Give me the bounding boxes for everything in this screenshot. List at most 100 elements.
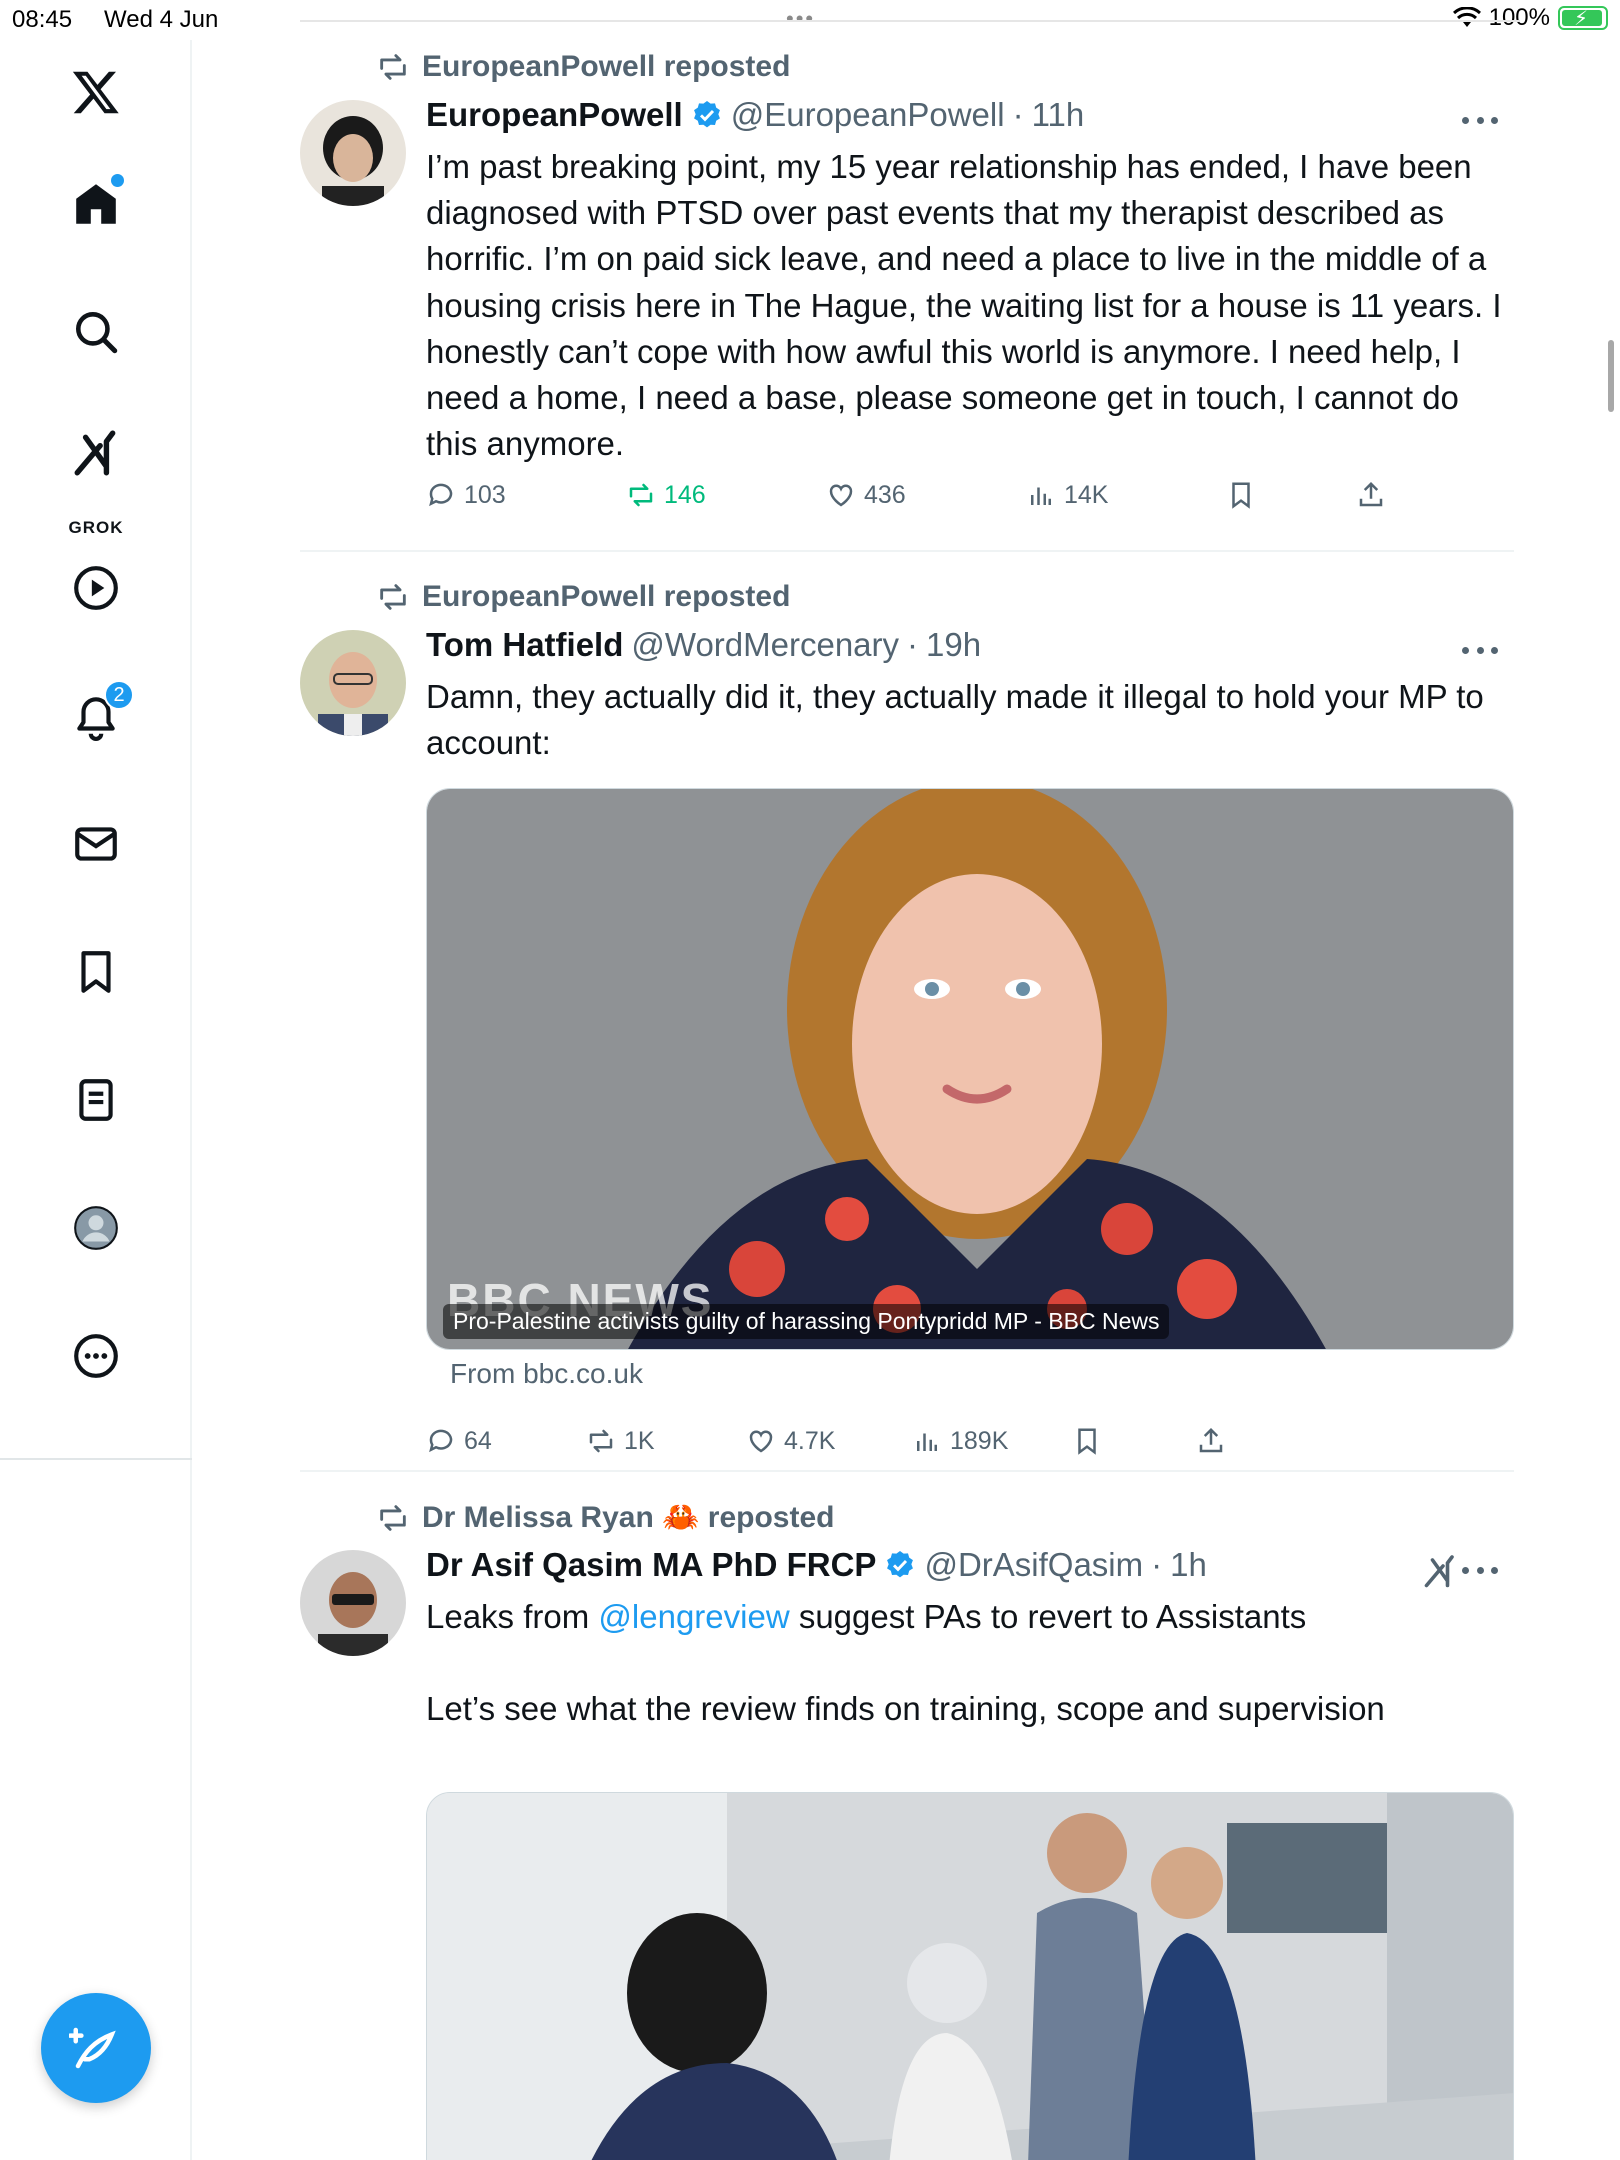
- tweet-actions: 103 146 436 14K: [426, 480, 1426, 520]
- x-logo-icon[interactable]: [62, 58, 130, 126]
- tweet[interactable]: EuropeanPowell reposted Tom Hatfield @Wo…: [300, 570, 1514, 1500]
- link-card-image[interactable]: BBC NEWS Pro-Palestine activists guilty …: [426, 788, 1514, 1350]
- tweet-author-row: EuropeanPowell @EuropeanPowell · 11h: [426, 96, 1085, 134]
- messages-envelope-icon[interactable]: [62, 810, 130, 878]
- bbc-news-photo: [427, 789, 1513, 1349]
- verified-badge-icon: [693, 101, 720, 128]
- status-indicators: 100% ⚡: [1452, 4, 1608, 32]
- reply-count: 103: [464, 480, 506, 509]
- repost-icon: [380, 584, 406, 610]
- video-icon[interactable]: [62, 554, 130, 622]
- tweet-image[interactable]: [426, 1792, 1514, 2160]
- repost-icon: [380, 1504, 406, 1531]
- reply-icon: [429, 1429, 453, 1453]
- compose-feather-icon: [69, 2027, 116, 2069]
- grok-label: GROK: [68, 518, 124, 537]
- grok-explain-icon[interactable]: [1422, 1554, 1458, 1590]
- sidebar-divider: [0, 1458, 192, 1460]
- repost-label: EuropeanPowell reposted: [422, 580, 791, 613]
- wifi-icon: [1452, 7, 1481, 27]
- battery-percentage: 100%: [1488, 4, 1550, 31]
- repost-context: EuropeanPowell reposted: [376, 580, 790, 614]
- reply-button[interactable]: 103: [426, 480, 506, 510]
- multitasking-dots-icon[interactable]: •••: [786, 6, 815, 32]
- grok-icon[interactable]: [62, 420, 130, 488]
- heart-icon: [749, 1430, 773, 1453]
- share-icon: [1199, 1427, 1223, 1453]
- status-date: Wed 4 Jun: [104, 6, 219, 33]
- heart-icon: [829, 484, 853, 507]
- author-name[interactable]: Dr Asif Qasim MA PhD FRCP: [426, 1546, 876, 1584]
- author-handle[interactable]: @WordMercenary: [631, 626, 899, 664]
- author-handle[interactable]: @DrAsifQasim: [924, 1546, 1143, 1584]
- tweet-divider: [300, 550, 1514, 552]
- tweet[interactable]: Dr Melissa Ryan 🦀 reposted Dr Asif Qasim…: [300, 1490, 1514, 2160]
- views-button[interactable]: 189K: [912, 1426, 1008, 1456]
- tweet-text: Leaks from @lengreview suggest PAs to re…: [426, 1598, 1385, 1728]
- avatar[interactable]: [300, 1550, 406, 1656]
- author-name[interactable]: EuropeanPowell: [426, 96, 683, 134]
- repost-label: Dr Melissa Ryan 🦀 reposted: [422, 1501, 835, 1534]
- author-name[interactable]: Tom Hatfield: [426, 626, 623, 664]
- avatar[interactable]: [300, 100, 406, 206]
- repost-label: EuropeanPowell reposted: [422, 50, 791, 83]
- notifications-bell-icon[interactable]: 2: [62, 680, 134, 750]
- avatar[interactable]: [300, 630, 406, 736]
- like-button[interactable]: 4.7K: [746, 1426, 835, 1456]
- repost-icon: [589, 1429, 613, 1453]
- share-icon: [1359, 481, 1383, 507]
- bookmark-button[interactable]: [1072, 1426, 1102, 1456]
- tweet[interactable]: EuropeanPowell reposted EuropeanPowell @…: [300, 40, 1514, 552]
- compose-post-button[interactable]: [41, 1993, 151, 2103]
- repost-icon: [629, 483, 653, 507]
- home-icon[interactable]: [62, 170, 130, 238]
- author-handle[interactable]: @EuropeanPowell: [731, 96, 1005, 134]
- search-icon[interactable]: [62, 298, 130, 366]
- reply-button[interactable]: 64: [426, 1426, 492, 1456]
- notifications-badge: 2: [104, 680, 134, 710]
- tweet-text: Damn, they actually did it, they actuall…: [426, 678, 1493, 762]
- status-time: 08:45: [12, 6, 73, 33]
- like-button[interactable]: 436: [826, 480, 906, 510]
- hospital-ward-photo: [427, 1793, 1513, 2160]
- views-button[interactable]: 14K: [1026, 480, 1108, 510]
- more-options-circle-icon[interactable]: [62, 1322, 130, 1390]
- bookmark-icon: [1232, 482, 1250, 509]
- bookmarks-icon[interactable]: [62, 938, 130, 1006]
- repost-button[interactable]: 146: [626, 480, 706, 510]
- more-options-icon[interactable]: [1462, 1560, 1498, 1580]
- more-options-icon[interactable]: [1462, 110, 1498, 130]
- mention-link[interactable]: @lengreview: [598, 1598, 789, 1635]
- scrollbar[interactable]: [1608, 340, 1614, 412]
- analytics-icon: [917, 1433, 937, 1451]
- header-divider: [300, 20, 1520, 22]
- tweet-text: I’m past breaking point, my 15 year rela…: [426, 148, 1511, 463]
- sidebar: GROK 2: [0, 40, 192, 2160]
- tweet-divider: [300, 1470, 1514, 1472]
- tweet-timestamp[interactable]: 19h: [926, 626, 981, 664]
- reply-icon: [429, 483, 453, 507]
- more-options-icon[interactable]: [1462, 640, 1498, 660]
- profile-avatar-icon[interactable]: [62, 1194, 130, 1262]
- home-unread-dot: [111, 174, 124, 187]
- tweet-timestamp[interactable]: 11h: [1032, 96, 1085, 134]
- view-count: 14K: [1064, 480, 1109, 509]
- repost-count: 1K: [624, 1426, 655, 1455]
- repost-button[interactable]: 1K: [586, 1426, 655, 1456]
- tweet-author-row: Tom Hatfield @WordMercenary · 19h: [426, 626, 982, 664]
- view-count: 189K: [950, 1426, 1009, 1455]
- link-source[interactable]: From bbc.co.uk: [450, 1358, 643, 1390]
- link-card-title: Pro-Palestine activists guilty of harass…: [443, 1304, 1170, 1339]
- share-button[interactable]: [1356, 480, 1386, 510]
- share-button[interactable]: [1196, 1426, 1226, 1456]
- bookmark-button[interactable]: [1226, 480, 1256, 510]
- repost-context: Dr Melissa Ryan 🦀 reposted: [376, 1500, 835, 1535]
- battery-icon: ⚡: [1558, 6, 1608, 30]
- lists-icon[interactable]: [62, 1066, 130, 1134]
- repost-icon: [380, 54, 406, 80]
- bookmark-icon: [1078, 1428, 1096, 1455]
- verified-badge-icon: [887, 1551, 914, 1578]
- tweet-actions: 64 1K 4.7K 189K: [426, 1426, 1426, 1466]
- tweet-author-row: Dr Asif Qasim MA PhD FRCP @DrAsifQasim ·…: [426, 1546, 1207, 1584]
- tweet-timestamp[interactable]: 1h: [1170, 1546, 1207, 1584]
